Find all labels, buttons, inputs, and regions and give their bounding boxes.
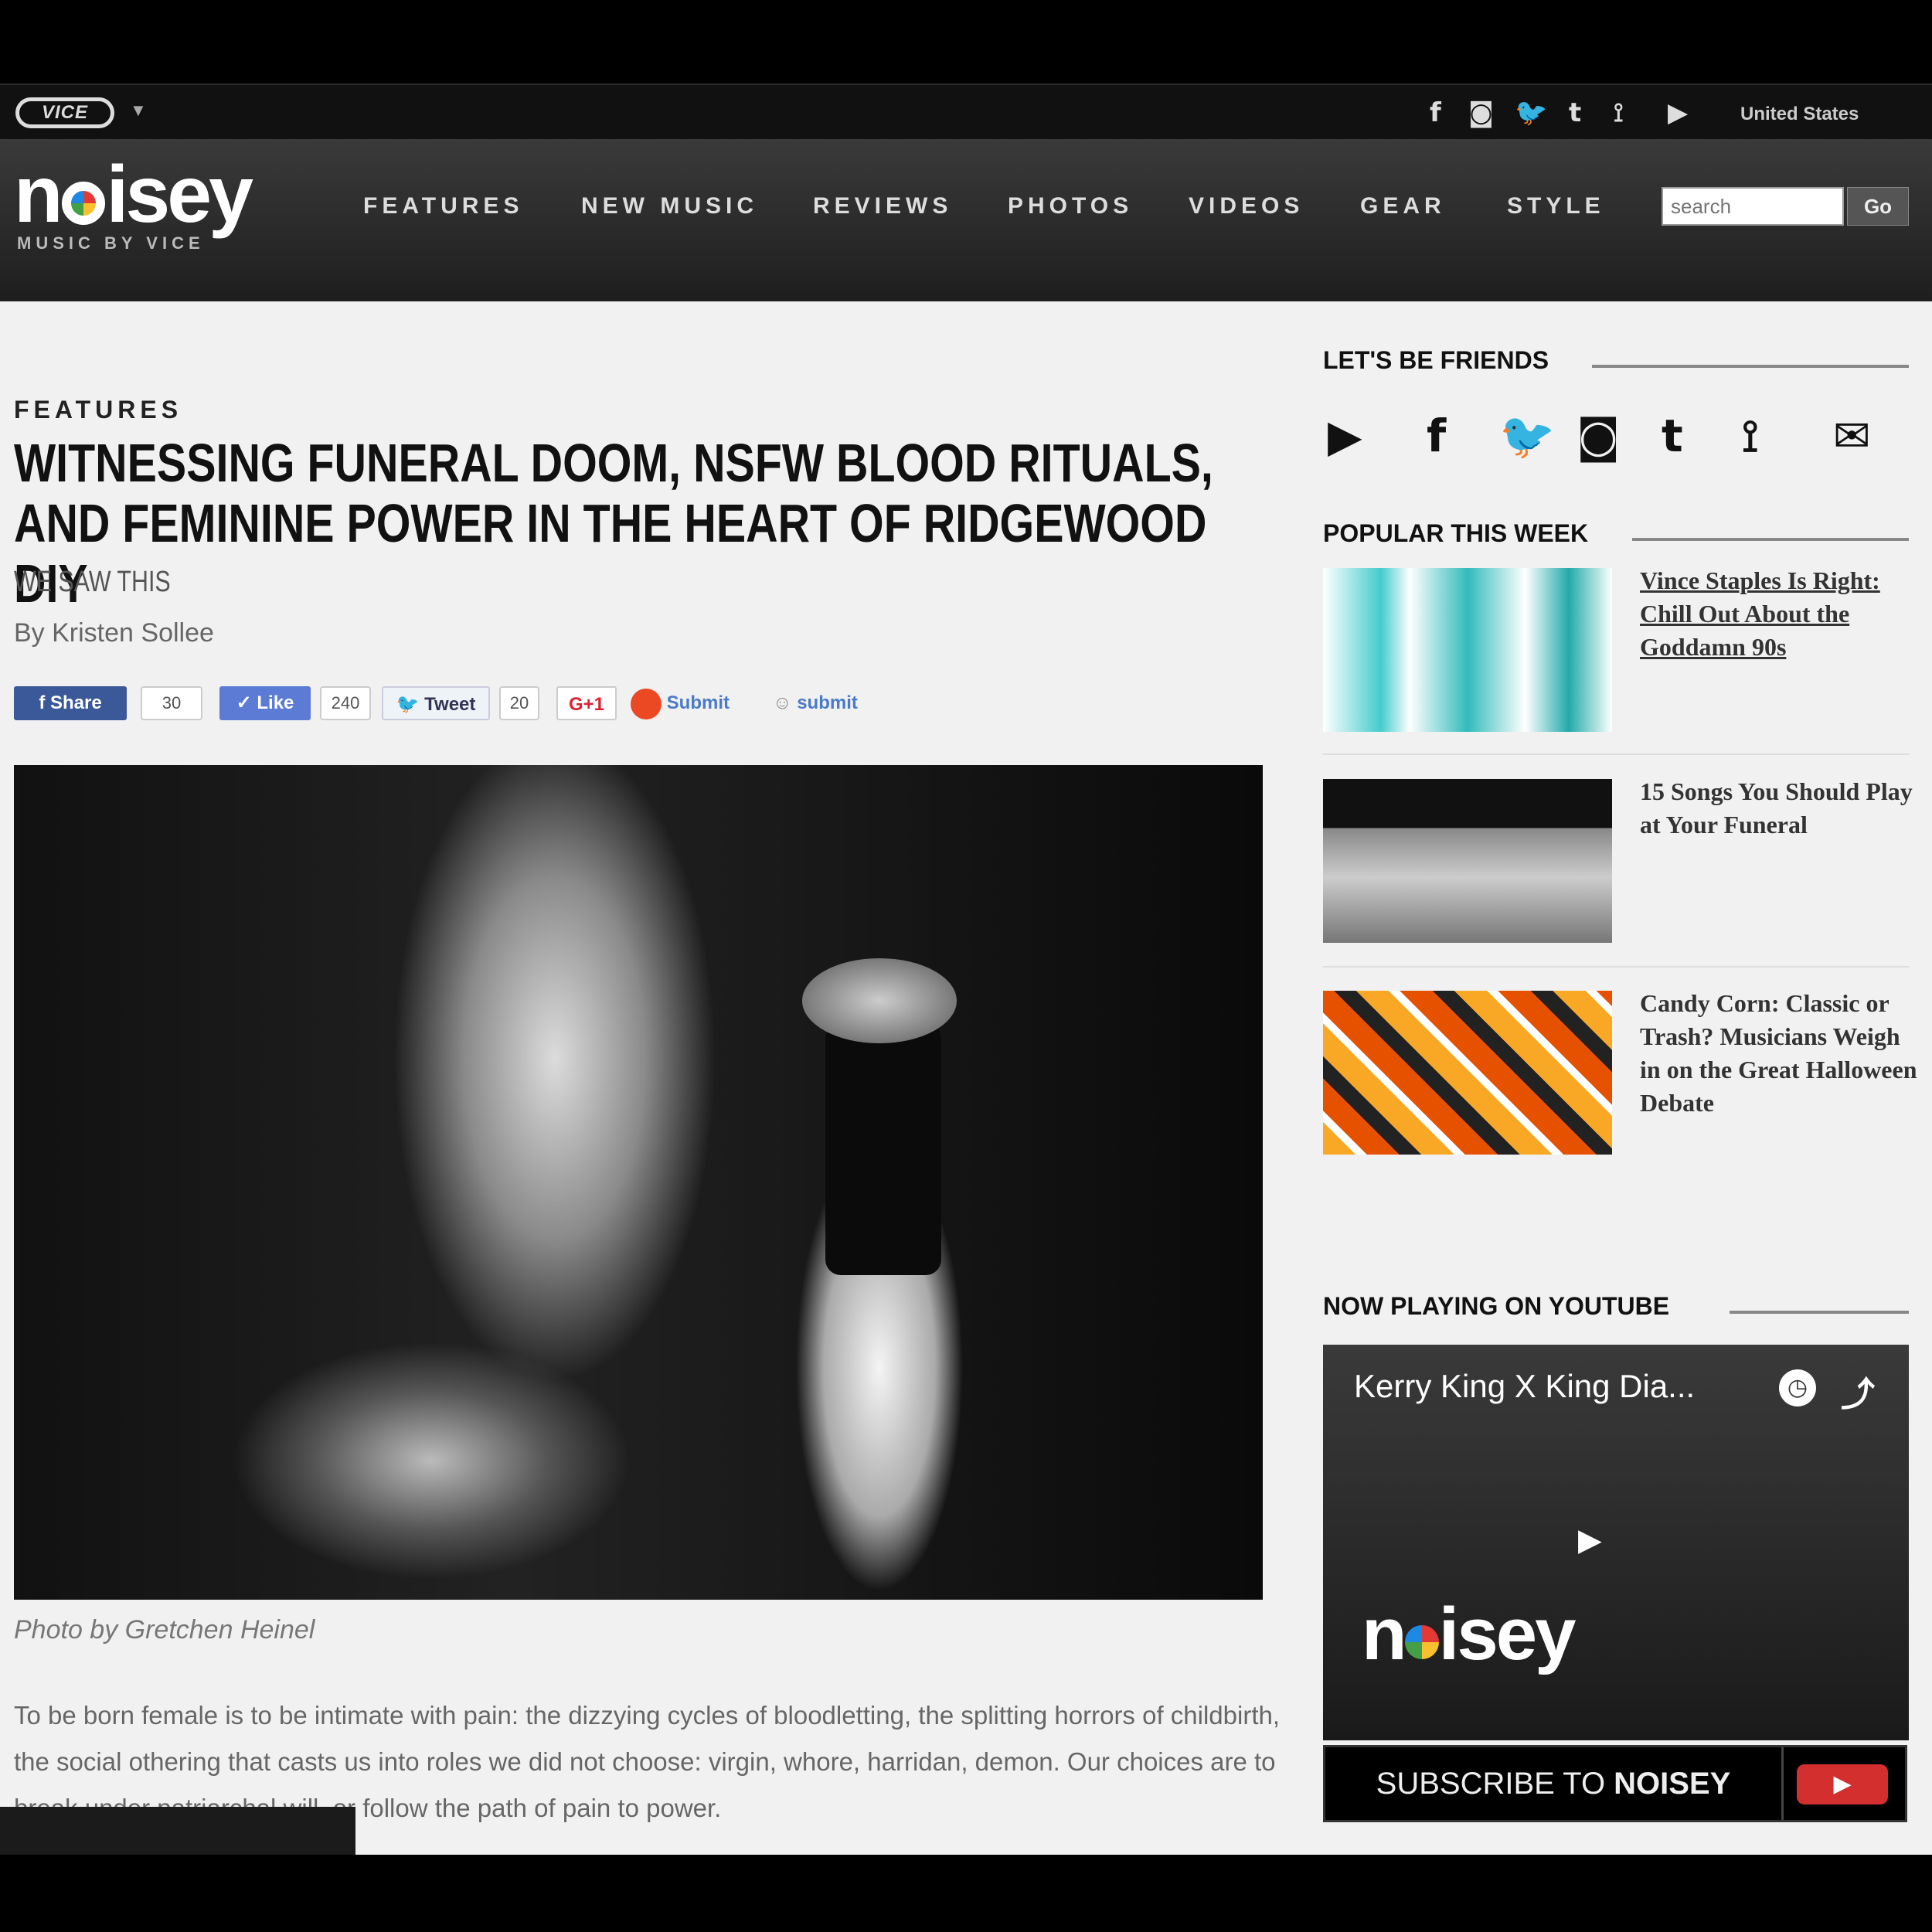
photo-caption: Photo by Gretchen Heinel bbox=[14, 1615, 315, 1645]
play-icon[interactable]: ▶ bbox=[1578, 1522, 1602, 1558]
friends-heading: LET'S BE FRIENDS bbox=[1323, 346, 1549, 374]
section-label[interactable]: FEATURES bbox=[14, 396, 182, 424]
noisey-logo[interactable]: n isey bbox=[14, 155, 253, 235]
popular-heading: POPULAR THIS WEEK bbox=[1323, 519, 1589, 547]
tweet-button[interactable]: 🐦 Tweet bbox=[382, 686, 490, 720]
tumblr-icon[interactable]: t bbox=[1662, 410, 1683, 462]
page-content: FEATURES WITNESSING FUNERAL DOOM, NSFW B… bbox=[0, 301, 1932, 1855]
twitter-icon: 🐦 bbox=[396, 694, 420, 715]
email-icon[interactable]: ✉ bbox=[1833, 410, 1871, 462]
instagram-icon[interactable]: ◙ bbox=[1468, 97, 1494, 128]
site-header: n isey MUSIC BY VICE FEATURES NEW MUSIC R… bbox=[0, 139, 1932, 301]
heading-rule bbox=[1730, 1311, 1909, 1314]
instagram-icon[interactable]: ◙ bbox=[1577, 410, 1620, 462]
search-input[interactable] bbox=[1662, 187, 1844, 226]
vice-logo[interactable]: VICE bbox=[15, 97, 114, 128]
article-byline: By Kristen Sollee bbox=[14, 618, 214, 648]
logo-text-end: isey bbox=[106, 150, 253, 240]
popular-thumb-3[interactable] bbox=[1323, 991, 1612, 1155]
reddit-button[interactable]: ☺ submit bbox=[773, 686, 896, 720]
watch-later-icon[interactable]: ◷ bbox=[1779, 1369, 1816, 1406]
facebook-like-button[interactable]: ✓ Like bbox=[219, 686, 311, 720]
search-go-button[interactable]: Go bbox=[1847, 187, 1909, 226]
subscribe-bar[interactable]: SUBSCRIBE TO NOISEY ▶ bbox=[1323, 1745, 1907, 1822]
tweet-count: 20 bbox=[499, 686, 539, 720]
nav-videos[interactable]: VIDEOS bbox=[1189, 193, 1304, 219]
divider bbox=[1323, 966, 1909, 968]
tweet-label: Tweet bbox=[424, 694, 476, 715]
nav-new-music[interactable]: NEW MUSIC bbox=[581, 193, 758, 219]
stumbleupon-icon bbox=[631, 688, 662, 719]
twitter-icon[interactable]: 🐦 bbox=[1515, 97, 1547, 128]
site-tagline: MUSIC BY VICE bbox=[17, 233, 205, 253]
chevron-down-icon[interactable]: ▼ bbox=[130, 100, 147, 121]
facebook-icon[interactable]: f bbox=[1430, 97, 1441, 128]
divider bbox=[1323, 753, 1909, 755]
rss-icon[interactable]: ⟟ bbox=[1742, 410, 1759, 463]
tumblr-icon[interactable]: t bbox=[1569, 97, 1581, 128]
google-plus-button[interactable]: G+1 bbox=[556, 686, 617, 720]
nav-photos[interactable]: PHOTOS bbox=[1008, 193, 1133, 219]
twitter-icon[interactable]: 🐦 bbox=[1499, 410, 1555, 463]
popular-link-3[interactable]: Candy Corn: Classic or Trash? Musicians … bbox=[1640, 987, 1918, 1120]
nav-reviews[interactable]: REVIEWS bbox=[813, 193, 952, 219]
logo-color-wheel-icon bbox=[61, 182, 105, 225]
bottom-frame bbox=[0, 1855, 1932, 1932]
heading-rule bbox=[1632, 538, 1909, 541]
article-hero-image bbox=[14, 765, 1263, 1600]
facebook-icon[interactable]: f bbox=[1427, 410, 1446, 462]
subscribe-label[interactable]: SUBSCRIBE TO NOISEY bbox=[1325, 1747, 1784, 1820]
nav-features[interactable]: FEATURES bbox=[363, 193, 523, 219]
rss-icon[interactable]: ⟟ bbox=[1614, 97, 1624, 128]
stumbleupon-button[interactable]: Submit bbox=[631, 686, 754, 720]
nav-gear[interactable]: GEAR bbox=[1360, 193, 1446, 219]
share-icon[interactable]: ⤴ bbox=[1841, 1366, 1875, 1416]
video-noisey-logo: n isey bbox=[1362, 1592, 1577, 1677]
youtube-heading: NOW PLAYING ON YOUTUBE bbox=[1323, 1292, 1670, 1320]
reddit-label: submit bbox=[797, 692, 858, 713]
popular-thumb-2[interactable] bbox=[1323, 779, 1612, 943]
nav-style[interactable]: STYLE bbox=[1507, 193, 1605, 219]
youtube-video-embed[interactable]: Kerry King X King Dia... ◷ ⤴ ▶ n isey bbox=[1323, 1345, 1909, 1740]
video-logo-start: n bbox=[1362, 1593, 1407, 1675]
popular-link-2[interactable]: 15 Songs You Should Play at Your Funeral bbox=[1640, 775, 1918, 842]
heading-rule bbox=[1592, 365, 1909, 368]
reddit-icon: ☺ bbox=[773, 692, 792, 713]
region-selector[interactable]: United States bbox=[1740, 104, 1859, 125]
article-headline: WITNESSING FUNERAL DOOM, NSFW BLOOD RITU… bbox=[14, 433, 1213, 614]
popular-link-1[interactable]: Vince Staples Is Right: Chill Out About … bbox=[1640, 564, 1918, 664]
logo-text-start: n bbox=[14, 150, 63, 240]
subscribe-text: SUBSCRIBE TO bbox=[1376, 1767, 1614, 1801]
popular-thumb-1[interactable] bbox=[1323, 568, 1612, 732]
subscribe-brand: NOISEY bbox=[1614, 1767, 1731, 1801]
vice-top-bar: VICE ▼ f ◙ 🐦 t ⟟ ▶ United States bbox=[0, 83, 1932, 141]
article-kicker: WE SAW THIS bbox=[14, 566, 171, 598]
facebook-share-count: 30 bbox=[141, 686, 202, 720]
logo-color-wheel-icon bbox=[1404, 1625, 1439, 1659]
headdress-shape bbox=[802, 958, 957, 1043]
youtube-icon[interactable]: ▶ bbox=[1328, 410, 1362, 462]
stumbleupon-label: Submit bbox=[666, 692, 730, 713]
youtube-icon[interactable]: ▶ bbox=[1668, 97, 1688, 128]
bottom-overlay-bar bbox=[0, 1807, 355, 1855]
youtube-subscribe-icon[interactable]: ▶ bbox=[1797, 1764, 1888, 1804]
video-title[interactable]: Kerry King X King Dia... bbox=[1354, 1368, 1695, 1405]
facebook-share-button[interactable]: f Share bbox=[14, 686, 127, 720]
video-logo-end: isey bbox=[1438, 1593, 1577, 1675]
like-count: 240 bbox=[320, 686, 371, 720]
